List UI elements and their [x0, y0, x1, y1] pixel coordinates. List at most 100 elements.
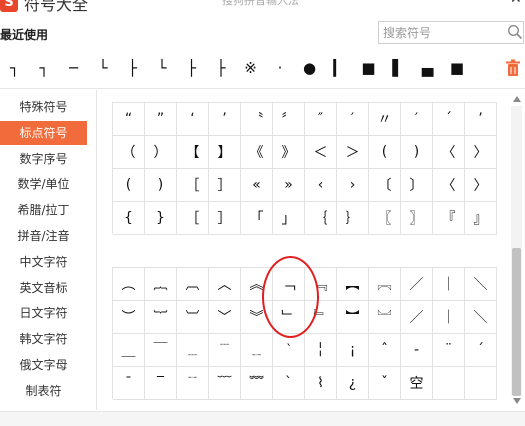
- symbol-cell[interactable]: ］: [209, 202, 241, 235]
- symbol-cell[interactable]: ﹍: [177, 334, 209, 367]
- symbol-cell[interactable]: 〉: [465, 169, 497, 202]
- symbol-cell[interactable]: 〈: [433, 169, 465, 202]
- symbol-cell[interactable]: ‘: [177, 103, 209, 136]
- symbol-cell[interactable]: 《: [241, 136, 273, 169]
- symbol-cell[interactable]: 】: [209, 136, 241, 169]
- symbol-cell[interactable]: ￣: [145, 334, 177, 367]
- symbol-cell[interactable]: 〃: [369, 103, 401, 136]
- sidebar-item[interactable]: 中文字符: [0, 250, 87, 274]
- sidebar-item[interactable]: 数字序号: [0, 147, 87, 171]
- scroll-up-arrow-icon[interactable]: [513, 96, 521, 102]
- symbol-cell[interactable]: [465, 367, 497, 400]
- sidebar-item[interactable]: 希腊/拉丁: [0, 198, 87, 222]
- symbol-cell[interactable]: ｜: [433, 301, 465, 334]
- symbol-cell[interactable]: ／: [401, 268, 433, 301]
- symbol-cell[interactable]: ‐: [401, 334, 433, 367]
- sidebar-item[interactable]: 数学/单位: [0, 172, 87, 196]
- symbol-cell[interactable]: ︹: [177, 268, 209, 301]
- symbol-cell[interactable]: ﹎: [241, 334, 273, 367]
- symbol-cell[interactable]: ︽: [241, 268, 273, 301]
- symbol-cell[interactable]: ︿: [209, 268, 241, 301]
- symbol-cell[interactable]: ’: [209, 103, 241, 136]
- symbol-cell[interactable]: 〕: [401, 169, 433, 202]
- symbol-cell[interactable]: ′: [337, 103, 369, 136]
- symbol-cell[interactable]: “: [113, 103, 145, 136]
- symbol-cell[interactable]: 〗: [401, 202, 433, 235]
- symbol-cell[interactable]: ︻: [337, 268, 369, 301]
- symbol-cell[interactable]: »: [273, 169, 305, 202]
- symbol-cell[interactable]: ︘: [369, 301, 401, 334]
- symbol-cell[interactable]: [433, 367, 465, 400]
- recent-symbol[interactable]: └: [148, 49, 177, 87]
- symbol-cell[interactable]: (: [113, 169, 145, 202]
- sidebar-item[interactable]: 制表符: [0, 379, 87, 403]
- symbol-cell[interactable]: ): [145, 169, 177, 202]
- symbol-cell[interactable]: ): [401, 136, 433, 169]
- recent-symbol[interactable]: ·: [266, 49, 295, 87]
- symbol-cell[interactable]: 」: [273, 202, 305, 235]
- search-input[interactable]: [383, 24, 501, 41]
- recent-symbol[interactable]: ▄: [413, 49, 442, 87]
- symbol-cell[interactable]: ＿: [113, 334, 145, 367]
- symbol-cell[interactable]: ″: [305, 103, 337, 136]
- symbol-cell[interactable]: 〔: [369, 169, 401, 202]
- symbol-cell[interactable]: ＞: [337, 136, 369, 169]
- symbol-cell[interactable]: ︼: [337, 301, 369, 334]
- recent-symbol[interactable]: ■: [443, 49, 472, 87]
- symbol-cell[interactable]: ／: [401, 301, 433, 334]
- close-icon[interactable]: ✕: [510, 0, 522, 6]
- symbol-cell[interactable]: ［: [177, 169, 209, 202]
- symbol-cell[interactable]: ‵: [273, 334, 305, 367]
- search-icon[interactable]: [507, 24, 523, 40]
- recent-symbol[interactable]: ├: [207, 49, 236, 87]
- recent-symbol[interactable]: ▎: [325, 49, 354, 87]
- recent-symbol[interactable]: └: [89, 49, 118, 87]
- symbol-cell[interactable]: ︗: [369, 268, 401, 301]
- symbol-cell[interactable]: 〞: [273, 103, 305, 136]
- symbol-cell[interactable]: ︵: [113, 268, 145, 301]
- recent-symbol[interactable]: ┐: [0, 49, 29, 87]
- scrollbar-thumb[interactable]: [512, 248, 521, 396]
- trash-icon[interactable]: [505, 59, 521, 77]
- symbol-cell[interactable]: 【: [177, 136, 209, 169]
- symbol-cell[interactable]: }: [145, 202, 177, 235]
- sidebar-item[interactable]: 日文字符: [0, 301, 87, 325]
- symbol-cell[interactable]: ︺: [177, 301, 209, 334]
- recent-symbol[interactable]: ├: [118, 49, 147, 87]
- search-box[interactable]: [378, 21, 524, 44]
- symbol-cell[interactable]: ╎: [305, 334, 337, 367]
- symbol-cell[interactable]: ﹃: [305, 268, 337, 301]
- symbol-cell[interactable]: ﹂: [273, 301, 305, 334]
- symbol-cell[interactable]: ］: [209, 169, 241, 202]
- symbol-cell[interactable]: ＼: [465, 268, 497, 301]
- recent-symbol[interactable]: ┐: [30, 49, 59, 87]
- symbol-cell[interactable]: ｛: [305, 202, 337, 235]
- recent-symbol[interactable]: ├: [177, 49, 206, 87]
- sidebar-item[interactable]: 特殊符号: [0, 95, 87, 119]
- symbol-cell[interactable]: ›: [337, 169, 369, 202]
- symbol-cell[interactable]: ︷: [145, 268, 177, 301]
- sidebar-item[interactable]: 拼音/注音: [0, 224, 87, 248]
- symbol-cell[interactable]: ˇ: [369, 367, 401, 400]
- symbol-cell[interactable]: 〉: [465, 136, 497, 169]
- symbol-cell[interactable]: ﹊: [177, 367, 209, 400]
- symbol-cell[interactable]: (: [369, 136, 401, 169]
- symbol-cell[interactable]: 〖: [369, 202, 401, 235]
- symbol-cell[interactable]: ＼: [465, 301, 497, 334]
- symbol-cell[interactable]: ´: [433, 103, 465, 136]
- sidebar-item[interactable]: 英文音标: [0, 276, 87, 300]
- scroll-down-arrow-icon[interactable]: [513, 398, 521, 404]
- symbol-cell[interactable]: ˆ: [369, 334, 401, 367]
- recent-symbol[interactable]: ▌: [384, 49, 413, 87]
- symbol-cell[interactable]: ｜: [433, 268, 465, 301]
- recent-symbol[interactable]: ─: [59, 49, 88, 87]
- symbol-cell[interactable]: ¡: [337, 334, 369, 367]
- symbol-cell[interactable]: ˋ: [273, 367, 305, 400]
- symbol-cell[interactable]: ﹋: [209, 367, 241, 400]
- symbol-cell[interactable]: ﹀: [209, 301, 241, 334]
- symbol-cell[interactable]: 》: [273, 136, 305, 169]
- symbol-cell[interactable]: ‾: [145, 367, 177, 400]
- symbol-cell[interactable]: 「: [241, 202, 273, 235]
- symbol-cell[interactable]: ⌇: [305, 367, 337, 400]
- recent-symbol[interactable]: ※: [236, 49, 265, 87]
